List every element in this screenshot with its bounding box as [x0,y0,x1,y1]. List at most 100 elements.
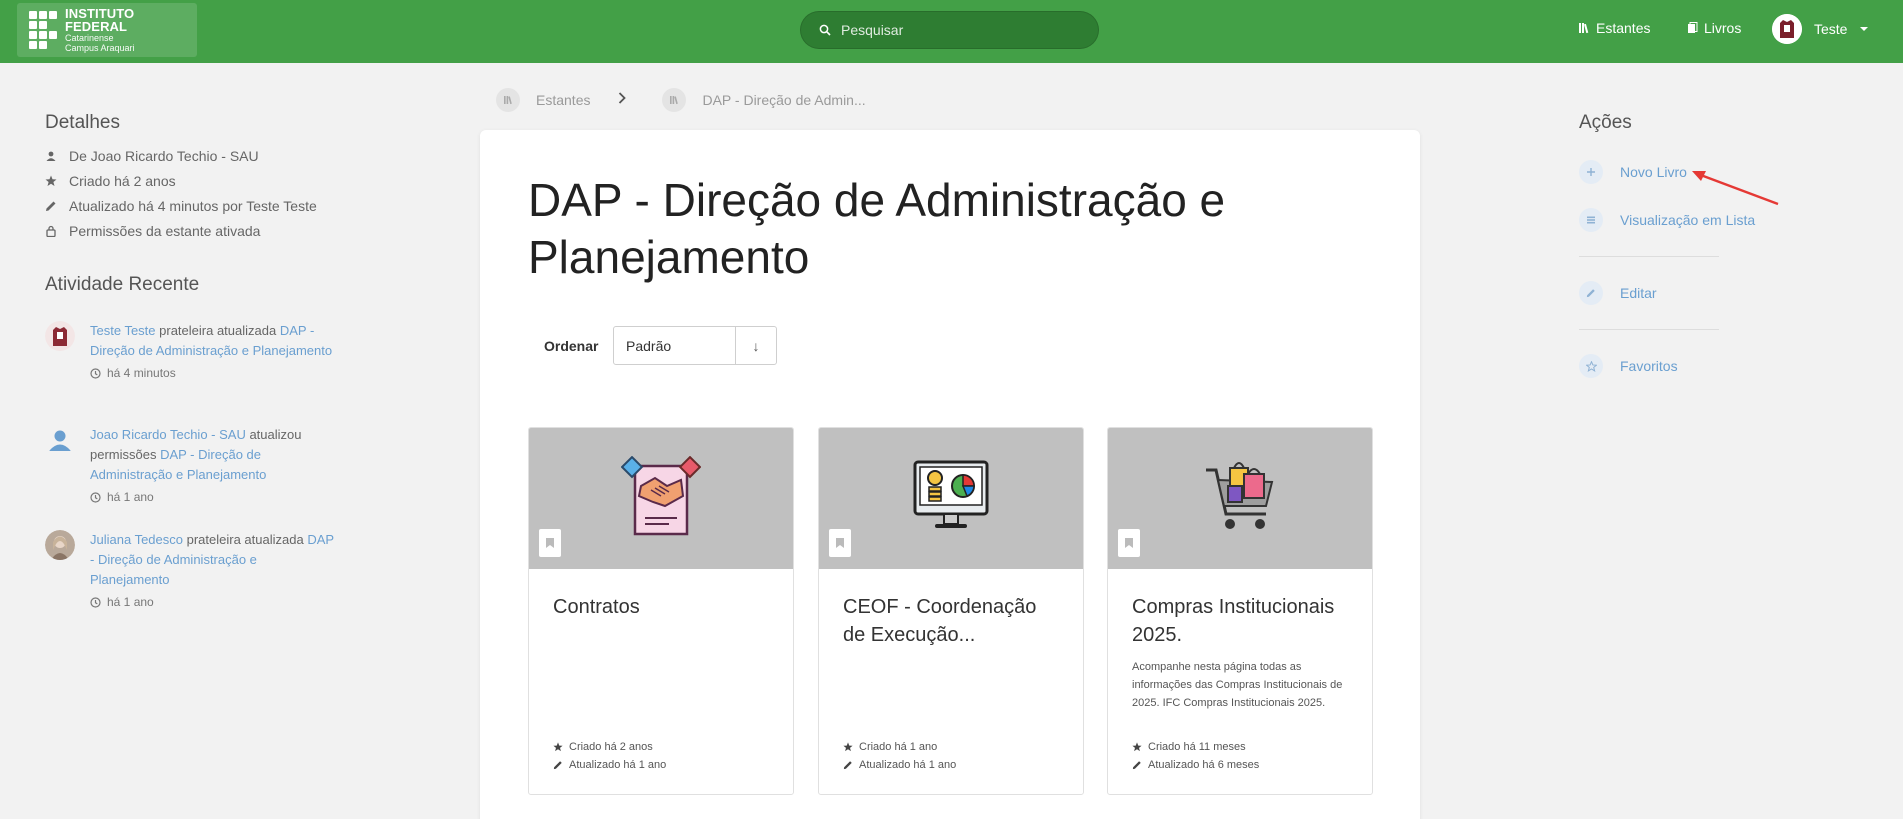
avatar [45,530,75,560]
book-updated: Atualizado há 1 ano [553,759,666,771]
chevron-down-icon [1860,27,1869,31]
activity-time: há 4 minutos [90,363,335,383]
sort-select[interactable]: Padrão [614,327,736,364]
user-menu[interactable]: Teste [1772,14,1869,44]
book-updated: Atualizado há 6 meses [1132,759,1259,771]
book-created: Criado há 1 ano [843,741,937,753]
shelves-icon [1579,23,1589,34]
book-created: Criado há 11 meses [1132,741,1246,753]
pencil-icon [843,761,852,770]
activity-item: Joao Ricardo Techio - SAU atualizou perm… [45,425,335,505]
institution-logo[interactable]: INSTITUTO FEDERAL Catarinense Campus Ara… [17,3,197,57]
bookmark-icon [829,529,851,557]
actions-divider [1579,256,1719,257]
clock-icon [90,367,101,379]
pencil-icon [1579,281,1603,305]
user-icon [46,151,56,161]
nav-shelves-link[interactable]: Estantes [1578,20,1650,36]
favorites-label: Favoritos [1620,358,1678,374]
activity-time: há 1 ano [90,487,335,507]
edit-button[interactable]: Editar [1579,281,1657,305]
sort-control: Padrão ↓ [613,326,777,365]
chevron-right-icon [618,91,627,109]
star-icon [553,742,563,752]
avatar [45,425,75,455]
logo-campus: Campus Araquari [65,43,135,53]
search-icon [819,24,831,36]
avatar [45,321,75,351]
activity-item: Juliana Tedesco prateleira atualizada DA… [45,530,335,610]
book-title: Compras Institucionais 2025. [1132,596,1335,646]
books-icon [1688,22,1698,33]
book-description: Acompanhe nesta página todas as informaç… [1132,661,1343,709]
plus-icon [1579,160,1603,184]
book-card[interactable]: CEOF - Coordenação de Execução... Criado… [818,427,1084,795]
activity-time: há 1 ano [90,592,335,612]
user-avatar [1772,14,1802,44]
list-view-label: Visualização em Lista [1620,212,1756,228]
bookmark-icon [1118,529,1140,557]
activity-item: Teste Teste prateleira atualizada DAP - … [45,321,335,401]
annotation-arrow-icon [1692,171,1779,206]
star-outline-icon [1579,354,1603,378]
bookmark-icon [539,529,561,557]
list-icon [1579,208,1603,232]
detail-owner: De Joao Ricardo Techio - SAU [45,148,259,164]
activity-action: prateleira atualizada [155,323,280,338]
star-icon [843,742,853,752]
edit-label: Editar [1620,285,1657,301]
list-view-button[interactable]: Visualização em Lista [1579,208,1755,232]
book-cover [819,428,1083,569]
book-updated: Atualizado há 1 ano [843,759,956,771]
star-icon [45,175,57,186]
logo-mark-icon [29,11,57,49]
new-book-label: Novo Livro [1620,164,1687,180]
activity-user-link[interactable]: Teste Teste [90,323,156,338]
book-title: Contratos [553,596,640,618]
shopping-cart-icon [1206,462,1274,529]
search-bar[interactable] [800,11,1099,49]
new-book-button[interactable]: Novo Livro [1579,160,1687,184]
shelves-icon [496,88,520,112]
nav-shelves-label: Estantes [1596,20,1651,36]
computer-finance-icon [913,460,989,528]
shelf-content-card: DAP - Direção de Administração e Planeja… [480,130,1420,819]
activity-user-link[interactable]: Joao Ricardo Techio - SAU [90,427,246,442]
nav-books-link[interactable]: Livros [1686,20,1741,36]
book-cover [529,428,793,569]
clock-icon [90,596,101,608]
book-card[interactable]: Contratos Criado há 2 anos Atualizado há… [528,427,794,795]
user-name: Teste [1814,21,1848,37]
star-icon [1132,742,1142,752]
pencil-icon [1132,761,1141,770]
clock-icon [90,491,101,503]
breadcrumb: Estantes DAP - Direção de Admin... [496,88,866,112]
sort-label: Ordenar [544,338,599,354]
activity-heading: Atividade Recente [45,274,200,295]
lock-icon [46,225,56,237]
actions-heading: Ações [1579,112,1632,133]
detail-updated: Atualizado há 4 minutos por Teste Teste [45,198,317,214]
logo-subtitle: Catarinense [65,33,114,43]
detail-created: Criado há 2 anos [45,173,176,189]
detail-permissions: Permissões da estante ativada [45,223,260,239]
top-header: INSTITUTO FEDERAL Catarinense Campus Ara… [0,0,1903,63]
page-title: DAP - Direção de Administração e Planeja… [528,174,1226,283]
book-created: Criado há 2 anos [553,741,653,753]
book-card[interactable]: Compras Institucionais 2025. Acompanhe n… [1107,427,1373,795]
actions-divider [1579,329,1719,330]
pencil-icon [553,761,562,770]
activity-user-link[interactable]: Juliana Tedesco [90,532,183,547]
details-heading: Detalhes [45,112,120,133]
breadcrumb-shelves-link[interactable]: Estantes [536,92,590,108]
shelf-icon [662,88,687,112]
book-title: CEOF - Coordenação de Execução... [843,596,1037,646]
activity-action: prateleira atualizada [183,532,308,547]
nav-books-label: Livros [1704,20,1742,36]
sort-direction-button[interactable]: ↓ [736,327,776,364]
handshake-contract-icon [621,456,701,536]
favorites-button[interactable]: Favoritos [1579,354,1678,378]
book-cover [1108,428,1372,569]
search-input[interactable] [841,22,1061,38]
breadcrumb-current[interactable]: DAP - Direção de Admin... [702,92,865,108]
